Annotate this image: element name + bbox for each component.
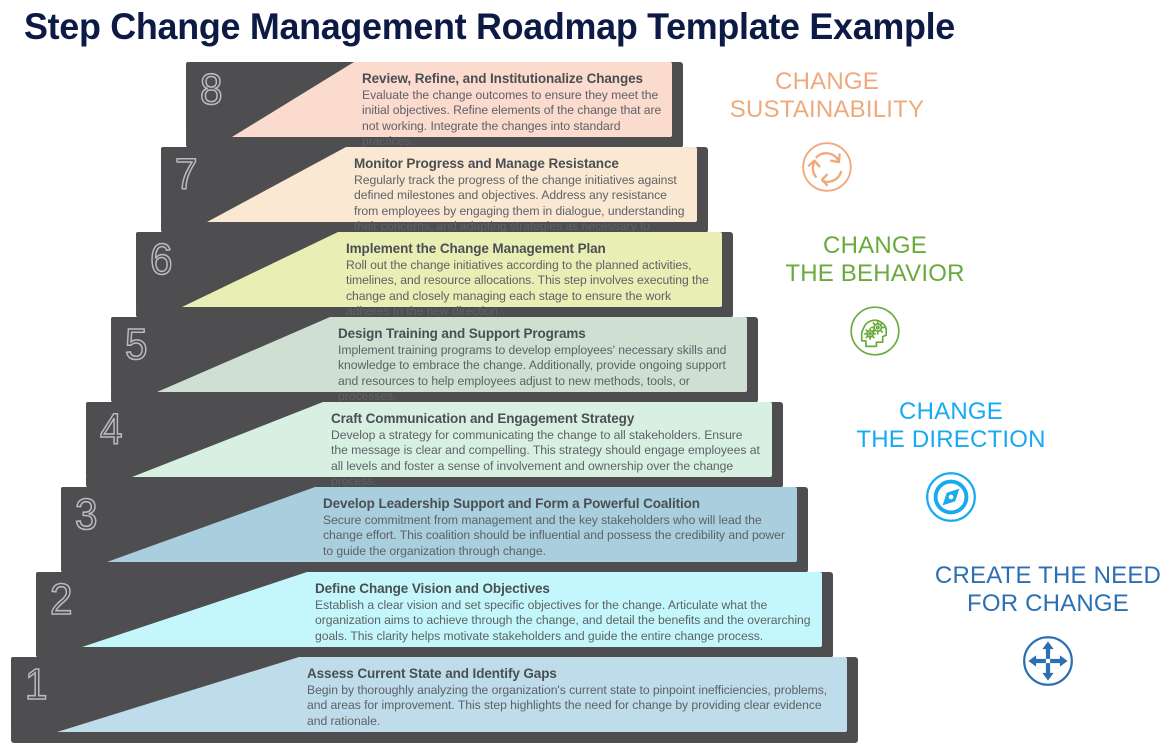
step-description: Establish a clear vision and set specifi… xyxy=(315,598,811,643)
step-3[interactable]: 3Develop Leadership Support and Form a P… xyxy=(61,487,808,573)
milestone-4: CREATE THE NEED FOR CHANGE xyxy=(928,562,1168,696)
step-description: Evaluate the change outcomes to ensure t… xyxy=(362,88,662,149)
milestone-3: CHANGE THE DIRECTION xyxy=(840,398,1062,532)
step-7[interactable]: 7Monitor Progress and Manage ResistanceR… xyxy=(161,147,708,249)
step-description: Roll out the change initiatives accordin… xyxy=(346,258,709,319)
step-heading: Craft Communication and Engagement Strat… xyxy=(331,411,635,426)
step-heading: Define Change Vision and Objectives xyxy=(315,581,550,596)
step-heading: Develop Leadership Support and Form a Po… xyxy=(323,496,700,511)
step-heading: Implement the Change Management Plan xyxy=(346,241,606,256)
step-description: Begin by thoroughly analyzing the organi… xyxy=(307,683,828,728)
milestone-2: CHANGE THE BEHAVIOR xyxy=(764,232,986,366)
step-1[interactable]: 1Assess Current State and Identify GapsB… xyxy=(11,657,858,743)
step-text-block: Develop Leadership Support and Form a Po… xyxy=(323,496,787,559)
step-text-block: Review, Refine, and Institutionalize Cha… xyxy=(362,71,662,150)
step-heading: Assess Current State and Identify Gaps xyxy=(307,666,557,681)
infographic-canvas: Step Change Management Roadmap Template … xyxy=(0,0,1172,754)
step-8[interactable]: 8Review, Refine, and Institutionalize Ch… xyxy=(186,62,683,148)
step-heading: Design Training and Support Programs xyxy=(338,326,586,341)
milestone-label: CREATE THE NEED FOR CHANGE xyxy=(934,562,1162,617)
step-heading: Monitor Progress and Manage Resistance xyxy=(354,156,619,171)
compass-icon xyxy=(916,462,986,532)
step-description: Secure commitment from management and th… xyxy=(323,513,785,558)
step-4[interactable]: 4Craft Communication and Engagement Stra… xyxy=(86,402,783,488)
step-5[interactable]: 5Design Training and Support ProgramsImp… xyxy=(111,317,758,403)
step-description: Develop a strategy for communicating the… xyxy=(331,428,760,489)
step-text-block: Implement the Change Management Plan Roll… xyxy=(346,241,712,320)
four-arrows-icon xyxy=(1013,626,1083,696)
step-2[interactable]: 2Define Change Vision and ObjectivesEsta… xyxy=(36,572,833,658)
milestone-label: CHANGE SUSTAINABILITY xyxy=(729,68,925,123)
step-text-block: Assess Current State and Identify Gaps Be… xyxy=(307,666,837,729)
step-6[interactable]: 6Implement the Change Management PlanRol… xyxy=(136,232,733,318)
step-text-block: Define Change Vision and Objectives Estab… xyxy=(315,581,812,644)
recycle-arrows-icon xyxy=(792,132,862,202)
milestone-1: CHANGE SUSTAINABILITY xyxy=(716,68,938,202)
head-gears-icon xyxy=(840,296,910,366)
step-heading: Review, Refine, and Institutionalize Cha… xyxy=(362,71,643,86)
step-description: Implement training programs to develop e… xyxy=(338,343,727,404)
milestone-label: CHANGE THE DIRECTION xyxy=(856,398,1046,453)
milestone-label: CHANGE THE BEHAVIOR xyxy=(785,232,965,287)
step-text-block: Craft Communication and Engagement Strat… xyxy=(331,411,762,490)
step-text-block: Design Training and Support Programs Impl… xyxy=(338,326,737,405)
